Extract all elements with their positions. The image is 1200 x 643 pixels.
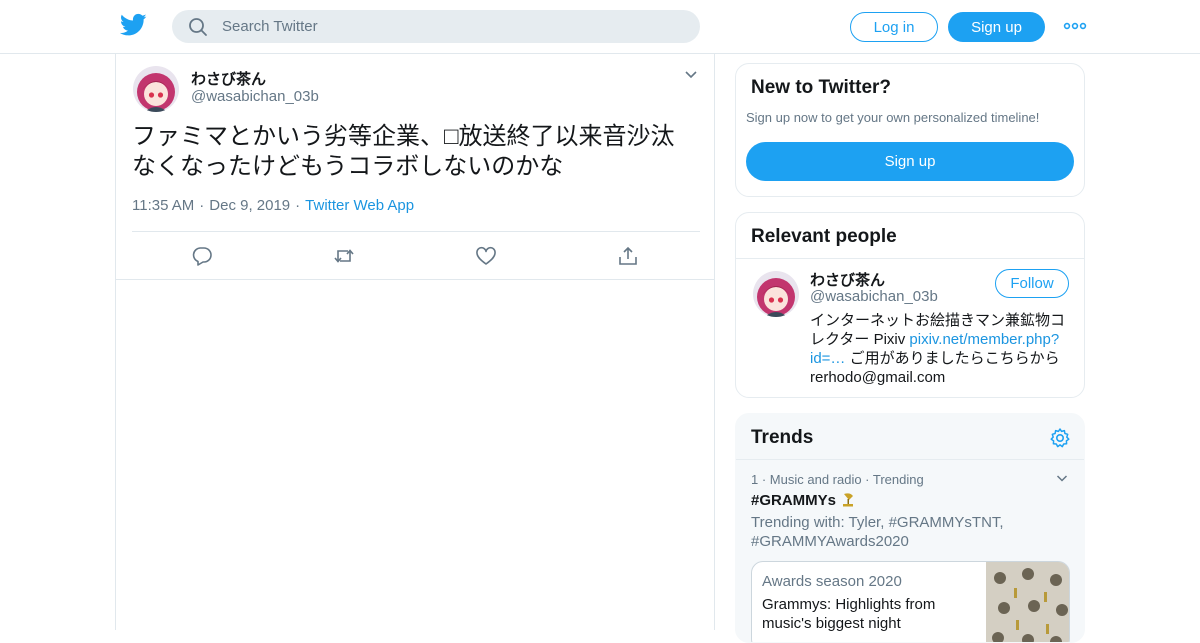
gear-icon[interactable]	[1049, 427, 1071, 449]
news-card[interactable]: Awards season 2020 Grammys: Highlights f…	[751, 561, 1070, 642]
tweet-time[interactable]: 11:35 AM	[132, 197, 194, 214]
tweet-column: わさび茶ん @wasabichan_03b ファミマとかいう劣等企業、□放送終了…	[115, 54, 715, 630]
follow-button[interactable]: Follow	[995, 269, 1069, 298]
reply-icon[interactable]	[191, 245, 213, 267]
card-title: Relevant people	[751, 226, 897, 247]
avatar-illustration	[753, 271, 799, 317]
tweet-source-link[interactable]: Twitter Web App	[305, 197, 414, 214]
like-icon[interactable]	[475, 245, 497, 267]
search-icon	[189, 17, 207, 36]
sign-up-button[interactable]: Sign up	[746, 142, 1074, 181]
author-name[interactable]: わさび茶ん	[191, 68, 266, 89]
person-name[interactable]: わさび茶ん	[810, 269, 885, 290]
new-to-twitter-card: New to Twitter? Sign up now to get your …	[735, 63, 1085, 197]
bio-text: ご用がありましたらこちらから rerhodo@gmail.com	[810, 350, 1060, 386]
news-title: Grammys: Highlights from music's biggest…	[762, 596, 936, 632]
avatar[interactable]	[133, 66, 179, 112]
tweet-text: ファミマとかいう劣等企業、□放送終了以来音沙汰なくなったけどもうコラボしないのか…	[132, 123, 675, 180]
log-in-button[interactable]: Log in	[850, 12, 938, 42]
chevron-down-icon[interactable]	[1056, 474, 1068, 483]
search-bar[interactable]	[172, 10, 700, 43]
news-thumbnail	[986, 562, 1069, 642]
card-subtitle: Sign up now to get your own personalized…	[746, 110, 1040, 125]
more-options-icon[interactable]	[1063, 18, 1087, 34]
avatar-illustration	[133, 66, 179, 112]
top-navigation-bar: Log in Sign up	[0, 0, 1200, 54]
trends-card: Trends 1 · Music and radio · Trending #G…	[735, 413, 1085, 643]
tweet-actions	[116, 232, 714, 280]
trend-related: Trending with: Tyler, #GRAMMYsTNT, #GRAM…	[751, 514, 1004, 550]
search-input[interactable]	[222, 18, 662, 35]
sign-up-button[interactable]: Sign up	[948, 12, 1045, 42]
news-image	[986, 562, 1069, 642]
card-title: Trends	[751, 427, 814, 448]
gramophone-trophy-icon	[843, 493, 854, 507]
person-handle[interactable]: @wasabichan_03b	[810, 288, 938, 305]
divider	[736, 258, 1084, 259]
author-handle[interactable]: @wasabichan_03b	[191, 88, 319, 105]
trend-category: Music and radio · Trending	[769, 472, 924, 487]
trend-hashtag[interactable]: #GRAMMYs	[751, 492, 836, 509]
trend-rank: 1	[751, 472, 759, 487]
tweet-timestamp: 11:35 AM · Dec 9, 2019 · Twitter Web App	[132, 197, 414, 214]
retweet-icon[interactable]	[333, 245, 355, 267]
share-icon[interactable]	[617, 245, 639, 267]
person-bio: インターネットお絵描きマン兼鉱物コレクター Pixiv pixiv.net/me…	[810, 311, 1072, 387]
divider	[736, 459, 1084, 460]
trend-name[interactable]: #GRAMMYs	[751, 491, 856, 509]
news-label: Awards season 2020	[762, 573, 902, 590]
separator-dot: ·	[295, 197, 301, 214]
separator-dot: ·	[199, 197, 205, 214]
chevron-down-icon[interactable]	[684, 70, 698, 80]
card-title: New to Twitter?	[751, 77, 892, 98]
tweet-date[interactable]: Dec 9, 2019	[209, 197, 290, 214]
avatar[interactable]	[753, 271, 799, 317]
relevant-people-card: Relevant people わさび茶ん @wasabichan_03b Fo…	[735, 212, 1085, 398]
twitter-bird-icon[interactable]	[120, 13, 147, 37]
trend-meta: 1 · Music and radio · Trending	[751, 472, 924, 487]
